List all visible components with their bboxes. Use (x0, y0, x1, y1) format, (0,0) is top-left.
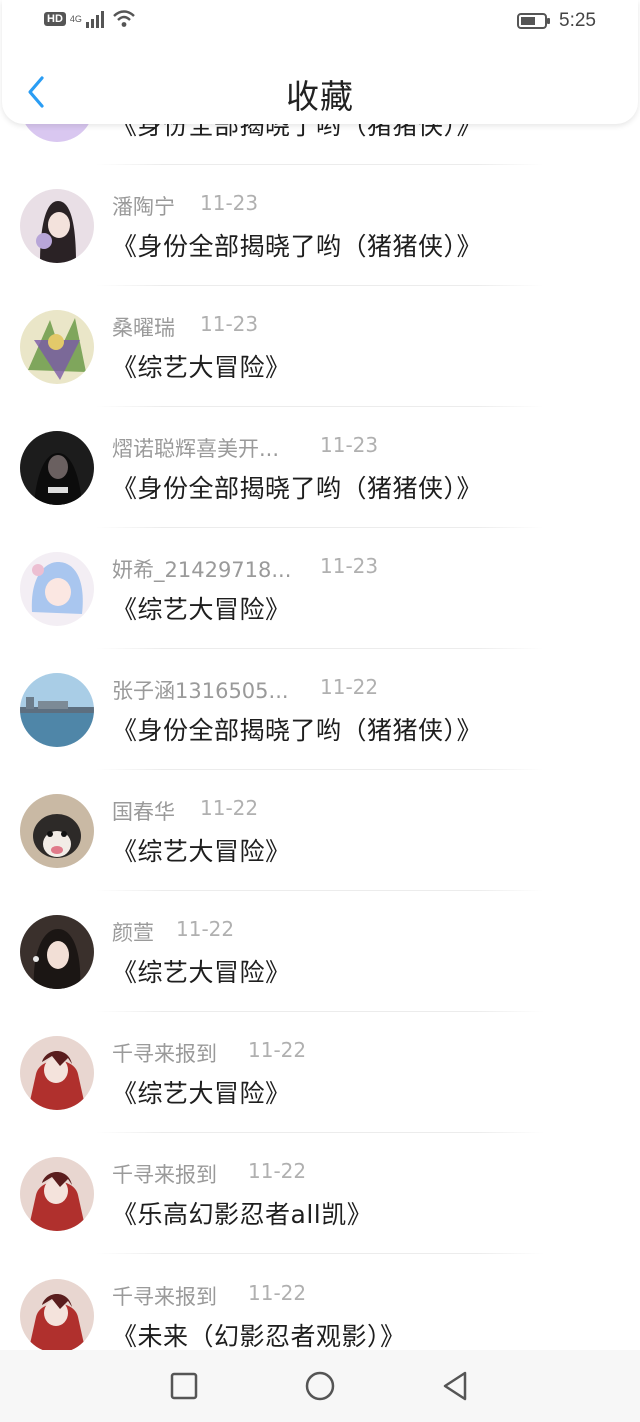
list-item[interactable]: 妍希_21429718... 11-23 《综艺大冒险》 (0, 528, 640, 649)
item-author: 桑曜瑞 (112, 316, 175, 340)
avatar (20, 673, 94, 747)
circle-icon (305, 1371, 335, 1401)
item-author: 张子涵1316505... (112, 679, 289, 703)
item-title: 《身份全部揭晓了哟（猪猪侠）》 (112, 716, 483, 745)
avatar (20, 1036, 94, 1110)
item-title: 《综艺大冒险》 (112, 1079, 291, 1108)
item-date: 11-22 (200, 796, 259, 820)
item-author: 颜萱 (112, 921, 154, 945)
home-button[interactable] (302, 1368, 338, 1404)
item-author: 千寻来报到 (112, 1285, 217, 1309)
avatar (20, 915, 94, 989)
back-nav-button[interactable] (437, 1368, 473, 1404)
item-author: 国春华 (112, 800, 175, 824)
item-title: 《综艺大冒险》 (112, 353, 291, 382)
item-date: 11-22 (248, 1038, 307, 1062)
item-date: 11-22 (176, 917, 235, 941)
item-date: 11-23 (320, 554, 379, 578)
item-author: 千寻来报到 (112, 1163, 217, 1187)
list-item[interactable]: 国春华 11-22 《综艺大冒险》 (0, 770, 640, 891)
item-date: 11-22 (248, 1281, 307, 1305)
avatar (20, 794, 94, 868)
list-item[interactable]: 潘陶宁 11-23 《身份全部揭晓了哟（猪猪侠）》 (0, 165, 640, 286)
item-author: 千寻来报到 (112, 1042, 217, 1066)
recent-apps-button[interactable] (166, 1368, 202, 1404)
item-title: 《综艺大冒险》 (112, 837, 291, 866)
item-date: 11-23 (200, 191, 259, 215)
item-title: 《身份全部揭晓了哟（猪猪侠）》 (112, 474, 483, 503)
square-icon (170, 1372, 198, 1400)
avatar (20, 431, 94, 505)
list-item[interactable]: 熠诺聪辉喜美开... 11-23 《身份全部揭晓了哟（猪猪侠）》 (0, 407, 640, 528)
item-date: 11-22 (248, 1159, 307, 1183)
item-author: 妍希_21429718... (112, 558, 292, 582)
avatar (20, 552, 94, 626)
list-item[interactable]: 张子涵1316505... 11-22 《身份全部揭晓了哟（猪猪侠）》 (0, 649, 640, 770)
status-bar: HD 4G 5:25 (2, 0, 638, 44)
network-type: 4G (69, 13, 82, 24)
list-item[interactable]: 千寻来报到 11-22 《乐高幻影忍者all凯》 (0, 1133, 640, 1254)
item-date: 11-23 (200, 312, 259, 336)
page-title: 收藏 (286, 77, 354, 116)
battery-icon (517, 13, 551, 29)
triangle-back-icon (443, 1371, 467, 1401)
avatar (20, 1279, 94, 1353)
hd-badge: HD (44, 12, 66, 26)
avatar (20, 310, 94, 384)
item-title: 《综艺大冒险》 (112, 958, 291, 987)
item-date: 11-23 (320, 433, 379, 457)
item-title: 《综艺大冒险》 (112, 595, 291, 624)
avatar (20, 1157, 94, 1231)
item-title: 《身份全部揭晓了哟（猪猪侠）》 (112, 232, 483, 261)
item-author: 熠诺聪辉喜美开... (112, 437, 280, 461)
signal-icon (85, 11, 104, 28)
item-author: 潘陶宁 (112, 195, 175, 219)
item-date: 11-22 (320, 675, 379, 699)
wifi-icon (113, 10, 135, 27)
list-item[interactable]: 桑曜瑞 11-23 《综艺大冒险》 (0, 286, 640, 407)
item-title: 《未来（幻影忍者观影）》 (112, 1322, 406, 1351)
list-item[interactable]: 千寻来报到 11-22 《综艺大冒险》 (0, 1012, 640, 1133)
system-nav-bar (0, 1350, 640, 1422)
item-title: 《乐高幻影忍者all凯》 (112, 1200, 373, 1229)
avatar (20, 189, 94, 263)
divider (96, 1253, 544, 1254)
clock: 5:25 (559, 10, 596, 31)
list-item[interactable]: 颜萱 11-22 《综艺大冒险》 (0, 891, 640, 1012)
app-header: HD 4G 5:25 收藏 (2, 0, 638, 124)
